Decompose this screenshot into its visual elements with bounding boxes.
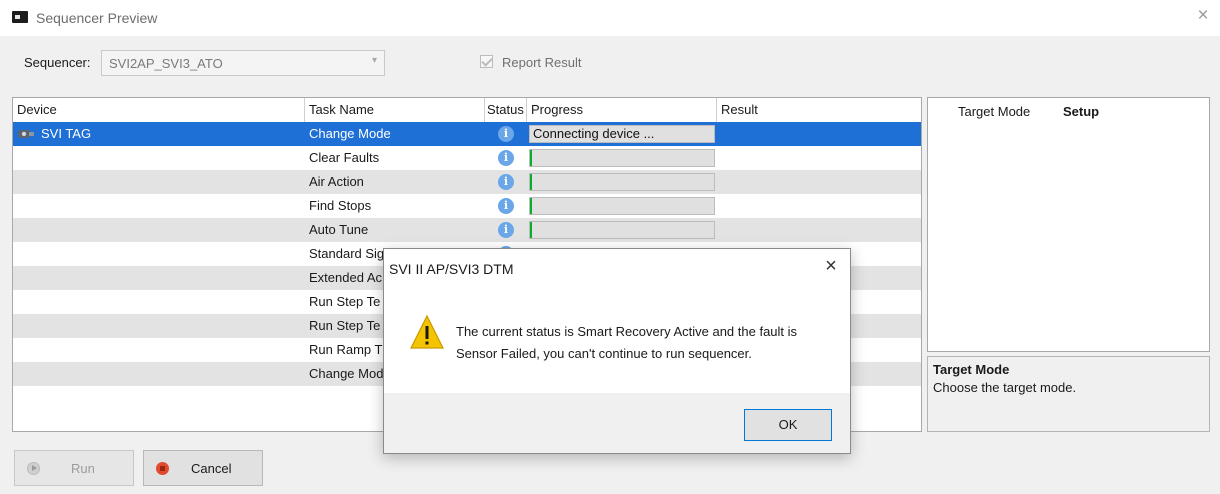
property-value[interactable]: Setup bbox=[1063, 104, 1099, 119]
info-icon: i bbox=[498, 174, 514, 190]
ok-button[interactable]: OK bbox=[744, 409, 832, 441]
chevron-down-icon: ▾ bbox=[371, 55, 377, 66]
window-title: Sequencer Preview bbox=[36, 10, 158, 26]
task-name-cell: Auto Tune bbox=[309, 222, 369, 237]
device-cell bbox=[13, 266, 305, 290]
task-name-cell: Find Stops bbox=[309, 198, 372, 213]
info-icon: i bbox=[498, 126, 514, 142]
window-close-button[interactable]: × bbox=[1193, 6, 1213, 26]
device-cell bbox=[13, 146, 305, 170]
column-header-result[interactable]: Result bbox=[717, 98, 921, 122]
cancel-button-label: Cancel bbox=[191, 461, 232, 476]
device-cell bbox=[13, 362, 305, 386]
property-description-panel: Target Mode Choose the target mode. bbox=[927, 356, 1210, 432]
cancel-button[interactable]: Cancel bbox=[143, 450, 263, 486]
table-row[interactable]: SVI TAG Change Mode i Connecting device ... bbox=[13, 122, 921, 146]
table-row[interactable]: Clear Faults i bbox=[13, 146, 921, 170]
device-cell: SVI TAG bbox=[13, 122, 305, 146]
stop-icon bbox=[156, 462, 169, 475]
sequencer-label: Sequencer: bbox=[24, 55, 91, 70]
status-cell: i bbox=[485, 218, 527, 242]
column-header-progress[interactable]: Progress bbox=[527, 98, 717, 122]
device-cell bbox=[13, 170, 305, 194]
status-cell: i bbox=[485, 170, 527, 194]
sequencer-selected-value: SVI2AP_SVI3_ATO bbox=[109, 56, 223, 71]
device-cell bbox=[13, 290, 305, 314]
task-name-cell: Change Mode bbox=[309, 126, 391, 141]
description-title: Target Mode bbox=[933, 362, 1010, 377]
table-row[interactable]: Find Stops i bbox=[13, 194, 921, 218]
status-cell: i bbox=[485, 146, 527, 170]
app-window-icon bbox=[12, 11, 28, 23]
property-key[interactable]: Target Mode bbox=[958, 104, 1030, 119]
run-button-label: Run bbox=[71, 461, 95, 476]
column-header-task-name[interactable]: Task Name bbox=[305, 98, 485, 122]
error-dialog: SVI II AP/SVI3 DTM × The current status … bbox=[383, 248, 851, 454]
device-cell bbox=[13, 242, 305, 266]
progress-fill bbox=[530, 198, 532, 214]
progress-fill bbox=[530, 222, 532, 238]
progress-cell: Connecting device ... bbox=[527, 122, 717, 146]
report-result-label: Report Result bbox=[502, 55, 582, 70]
device-name: SVI TAG bbox=[41, 126, 92, 141]
status-cell: i bbox=[485, 194, 527, 218]
grid-header: Device Task Name Status Progress Result bbox=[13, 98, 921, 123]
result-cell bbox=[717, 122, 921, 146]
dialog-title: SVI II AP/SVI3 DTM bbox=[389, 261, 514, 277]
status-cell: i bbox=[485, 122, 527, 146]
play-icon bbox=[27, 462, 40, 475]
run-button[interactable]: Run bbox=[14, 450, 134, 486]
device-cell bbox=[13, 194, 305, 218]
warning-icon bbox=[410, 314, 444, 349]
task-name-cell: Air Action bbox=[309, 174, 364, 189]
info-icon: i bbox=[498, 198, 514, 214]
report-result-checkbox[interactable] bbox=[480, 55, 493, 68]
result-cell bbox=[717, 170, 921, 194]
sequencer-dropdown[interactable]: SVI2AP_SVI3_ATO ▾ bbox=[101, 50, 385, 76]
progress-bar: Connecting device ... bbox=[529, 125, 715, 143]
progress-fill bbox=[530, 174, 532, 190]
device-cell bbox=[13, 218, 305, 242]
column-header-device[interactable]: Device bbox=[13, 98, 305, 122]
dialog-footer: OK bbox=[384, 393, 850, 453]
progress-text: Connecting device ... bbox=[533, 126, 655, 141]
result-cell bbox=[717, 218, 921, 242]
progress-cell bbox=[527, 146, 717, 170]
progress-cell bbox=[527, 194, 717, 218]
table-row[interactable]: Air Action i bbox=[13, 170, 921, 194]
progress-cell bbox=[527, 218, 717, 242]
info-icon: i bbox=[498, 222, 514, 238]
table-row[interactable]: Auto Tune i bbox=[13, 218, 921, 242]
progress-bar bbox=[529, 173, 715, 191]
dialog-close-button[interactable]: × bbox=[820, 255, 842, 277]
description-text: Choose the target mode. bbox=[933, 380, 1077, 395]
device-cell bbox=[13, 314, 305, 338]
title-bar: Sequencer Preview × bbox=[0, 0, 1220, 36]
info-icon: i bbox=[498, 150, 514, 166]
progress-bar bbox=[529, 221, 715, 239]
result-cell bbox=[717, 146, 921, 170]
dialog-message: The current status is Smart Recovery Act… bbox=[456, 324, 798, 361]
target-property-panel: Target Mode Setup bbox=[927, 97, 1210, 352]
column-header-status[interactable]: Status bbox=[485, 98, 527, 122]
device-tag-icon bbox=[18, 130, 34, 138]
device-cell bbox=[13, 338, 305, 362]
progress-bar bbox=[529, 197, 715, 215]
task-name-cell: Clear Faults bbox=[309, 150, 380, 165]
progress-cell bbox=[527, 170, 717, 194]
result-cell bbox=[717, 194, 921, 218]
progress-fill bbox=[530, 150, 532, 166]
progress-bar bbox=[529, 149, 715, 167]
